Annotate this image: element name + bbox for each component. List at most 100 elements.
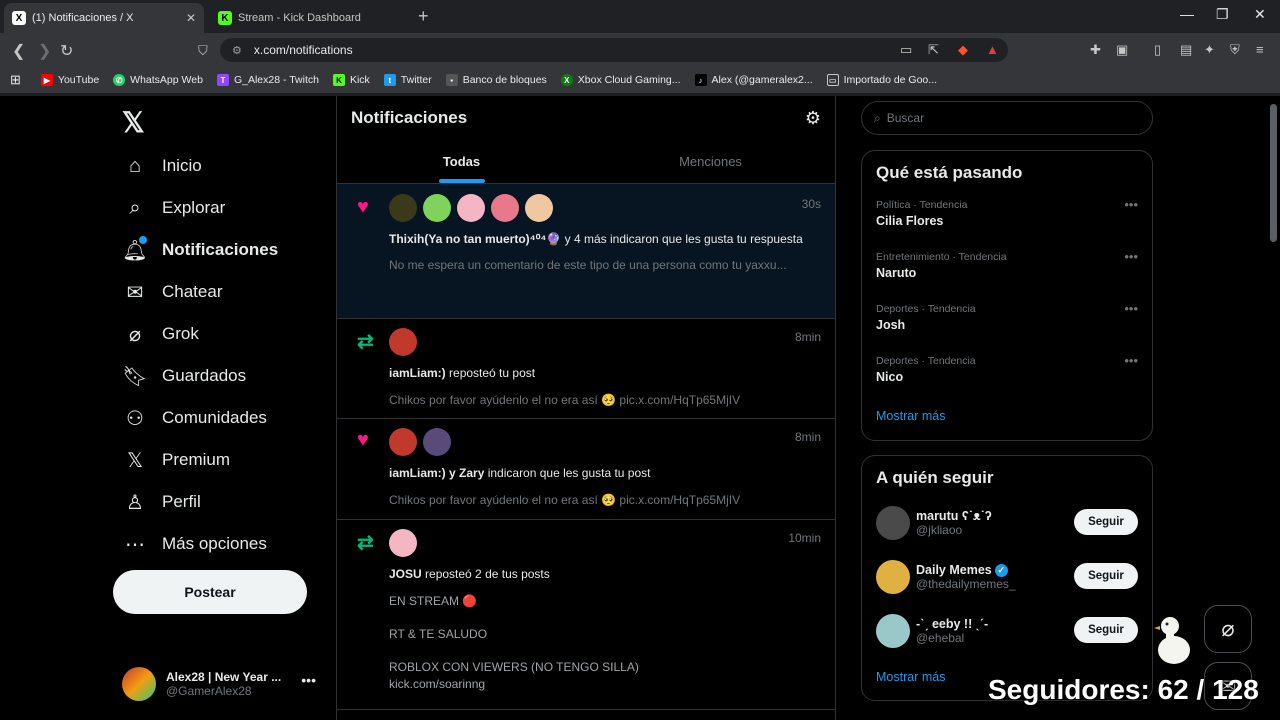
actor-name[interactable]: JOSU xyxy=(389,567,422,581)
trend-item[interactable]: Entretenimiento · Tendencia Naruto ••• xyxy=(862,243,1152,295)
nav-item-guardados[interactable]: 🔖︎ Guardados xyxy=(122,358,246,394)
leo-icon[interactable]: ✦ xyxy=(1204,42,1215,58)
avatar[interactable] xyxy=(457,194,485,222)
actor-name[interactable]: Thixih(Ya no tan muerto)⁴⁰⁴🔮 xyxy=(389,232,561,246)
bookmark-whatsapp[interactable]: ✆ WhatsApp Web xyxy=(113,74,203,86)
notification-item[interactable]: ♥ 30s Thixih(Ya no tan muerto)⁴⁰⁴🔮 y 4 m… xyxy=(337,184,835,319)
apps-icon[interactable]: ⊞ xyxy=(10,72,21,88)
avatar[interactable] xyxy=(491,194,519,222)
more-icon[interactable]: ••• xyxy=(301,672,316,688)
brave-shield-icon[interactable]: ◆ xyxy=(958,42,968,58)
grok-floating-button[interactable]: ⌀ xyxy=(1204,605,1252,653)
trend-item[interactable]: Política · Tendencia Cilia Flores ••• xyxy=(862,191,1152,243)
suggestion-item[interactable]: -ˋˏ eeby !! ˎˊ- @ehebal Seguir xyxy=(862,604,1152,658)
trends-panel: Qué está pasando Política · Tendencia Ci… xyxy=(861,150,1153,441)
account-switcher[interactable]: Alex28 | New Year ... @GamerAlex28 ••• xyxy=(122,664,332,704)
bookmark-kick[interactable]: K Kick xyxy=(332,74,370,86)
more-icon[interactable]: ••• xyxy=(1124,249,1138,264)
suggestion-handle: @jkliaoo xyxy=(916,523,963,537)
avatar[interactable] xyxy=(423,194,451,222)
cast-icon[interactable]: ▭ xyxy=(900,42,912,58)
bookmark-twitch[interactable]: T G_Alex28 - Twitch xyxy=(216,74,319,86)
nav-item-perfil[interactable]: ♙ Perfil xyxy=(122,484,201,520)
nav-item-chatear[interactable]: ✉ Chatear xyxy=(122,274,223,310)
maximize-icon[interactable]: ❐ xyxy=(1216,6,1229,23)
tab-todas[interactable]: Todas xyxy=(337,140,586,183)
trend-item[interactable]: Deportes · Tendencia Josh ••• xyxy=(862,295,1152,347)
minimize-icon[interactable]: — xyxy=(1180,6,1194,22)
duck-sticker-icon xyxy=(1154,617,1190,664)
nav-item-premium[interactable]: 𝕏 Premium xyxy=(122,442,230,478)
new-tab-button[interactable]: + xyxy=(418,6,429,27)
avatar[interactable] xyxy=(876,506,910,540)
search-box[interactable]: ⌕ xyxy=(861,101,1153,135)
back-icon[interactable]: ❮ xyxy=(12,41,25,61)
scrollbar[interactable] xyxy=(1268,96,1280,720)
share-icon[interactable]: ⇱ xyxy=(928,42,939,58)
actor-name[interactable]: iamLiam:) xyxy=(389,366,446,380)
nav-item-explorar[interactable]: ⌕ Explorar xyxy=(122,190,225,226)
nav-item-grok[interactable]: ⌀ Grok xyxy=(122,316,199,352)
search-input[interactable] xyxy=(886,111,1087,125)
sidebar-icon[interactable]: ▯ xyxy=(1154,42,1161,58)
menu-icon[interactable]: ≡ xyxy=(1256,42,1264,57)
window-close-icon[interactable]: ✕ xyxy=(1254,6,1266,23)
nav-item-mas-opciones[interactable]: ⋯ Más opciones xyxy=(122,526,267,562)
twitter-icon: t xyxy=(383,74,396,86)
bookmark-page-icon[interactable]: ⛉ xyxy=(198,43,208,59)
bookmark-label: WhatsApp Web xyxy=(130,74,203,86)
post-button[interactable]: Postear xyxy=(113,570,307,614)
bookmark-youtube[interactable]: ▶ YouTube xyxy=(40,74,99,86)
avatar[interactable] xyxy=(389,428,417,456)
notification-item[interactable]: ⇄ 10min JOSU reposteó 2 de tus posts EN … xyxy=(337,520,835,710)
brave-rewards-icon[interactable]: ▲ xyxy=(986,42,999,57)
nav-item-comunidades[interactable]: ⚇ Comunidades xyxy=(122,400,267,436)
follow-button[interactable]: Seguir xyxy=(1074,617,1138,643)
wallet-icon[interactable]: ▤ xyxy=(1180,42,1192,58)
avatar[interactable] xyxy=(525,194,553,222)
bookmark-folder[interactable]: ▭ Importado de Goo... xyxy=(826,74,937,86)
more-icon[interactable]: ••• xyxy=(1124,301,1138,316)
post-link[interactable]: kick.com/soarinng xyxy=(389,676,821,693)
follow-button[interactable]: Seguir xyxy=(1074,509,1138,535)
avatar[interactable] xyxy=(423,428,451,456)
nav-item-notificaciones[interactable]: 🔔︎ Notificaciones xyxy=(122,232,278,268)
reload-icon[interactable]: ↻ xyxy=(60,41,73,61)
show-more-link[interactable]: Mostrar más xyxy=(862,399,1152,437)
close-icon[interactable]: ✕ xyxy=(186,11,196,25)
trend-item[interactable]: Deportes · Tendencia Nico ••• xyxy=(862,347,1152,399)
browser-tab-notifications[interactable]: X (1) Notificaciones / X ✕ xyxy=(4,3,204,33)
bookmark-tiktok[interactable]: ♪ Alex (@gameralex2... xyxy=(694,74,813,86)
notification-item[interactable]: ⇄ 8min iamLiam:) reposteó tu post Chikos… xyxy=(337,319,835,419)
follow-button[interactable]: Seguir xyxy=(1074,563,1138,589)
more-icon[interactable]: ••• xyxy=(1124,197,1138,212)
x-logo-icon[interactable]: 𝕏 xyxy=(122,106,145,139)
bookmark-twitter[interactable]: t Twitter xyxy=(383,74,432,86)
address-bar: ❮ ❯ ↻ ⛉ ⚙ x.com/notifications ▭ ⇱ ◆ ▲ ✚ … xyxy=(0,33,1280,67)
avatar[interactable] xyxy=(876,614,910,648)
bookmark-banco[interactable]: ▪ Banco de bloques xyxy=(445,74,547,86)
forward-icon[interactable]: ❯ xyxy=(38,41,51,61)
tab-menciones[interactable]: Menciones xyxy=(586,140,835,183)
grok-icon: ⌀ xyxy=(1221,616,1235,641)
scrollbar-thumb[interactable] xyxy=(1270,104,1277,242)
browser-tab-kick[interactable]: K Stream - Kick Dashboard xyxy=(210,3,410,33)
notification-item[interactable]: ♥ 8min iamLiam:) y Zary indicaron que le… xyxy=(337,419,835,520)
avatar[interactable] xyxy=(389,328,417,356)
url-field[interactable]: ⚙ x.com/notifications xyxy=(220,38,1008,62)
avatar[interactable] xyxy=(389,529,417,557)
nav-item-inicio[interactable]: ⌂ Inicio xyxy=(122,148,202,184)
actor-name[interactable]: iamLiam:) y Zary xyxy=(389,466,484,480)
site-info-icon[interactable]: ⚙ xyxy=(232,44,242,57)
avatar[interactable] xyxy=(876,560,910,594)
bookmark-xbox[interactable]: X Xbox Cloud Gaming... xyxy=(560,74,681,86)
screenshot-icon[interactable]: ▣ xyxy=(1116,42,1128,58)
suggestion-item[interactable]: Daily Memes ✓ @thedailymemes_ Seguir xyxy=(862,550,1152,604)
extensions-icon[interactable]: ✚ xyxy=(1090,42,1101,58)
xbox-icon: X xyxy=(560,74,573,86)
vpn-icon[interactable]: ⛨ xyxy=(1230,42,1240,58)
gear-icon[interactable]: ⚙ xyxy=(805,108,821,129)
avatar[interactable] xyxy=(389,194,417,222)
more-icon[interactable]: ••• xyxy=(1124,353,1138,368)
suggestion-item[interactable]: marutu ʕ˙ᴥ˙ʔ @jkliaoo Seguir xyxy=(862,496,1152,550)
